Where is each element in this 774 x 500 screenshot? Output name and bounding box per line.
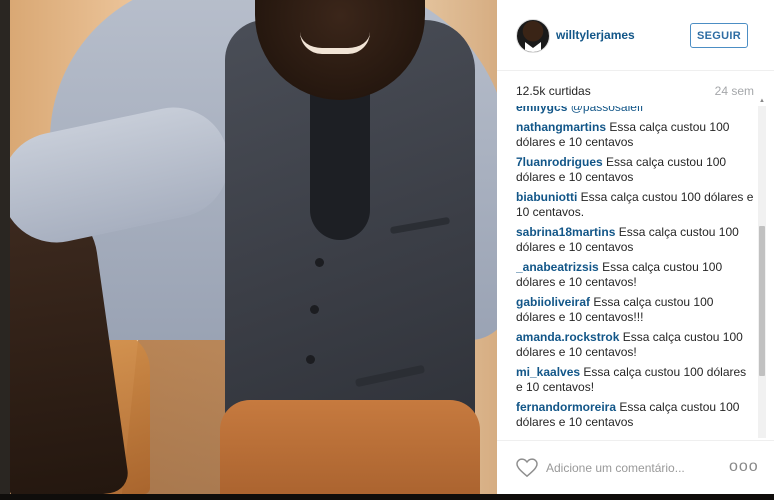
heart-outline-icon[interactable]: [516, 458, 538, 478]
likes-row: 12.5k curtidas 24 sem: [516, 84, 754, 100]
comment-item: nathangmartins Essa calça custou 100 dól…: [516, 120, 756, 150]
comment-username[interactable]: gabiioliveiraf: [516, 295, 590, 309]
post-photo[interactable]: [10, 0, 497, 494]
avatar[interactable]: [516, 19, 550, 53]
scrollbar-thumb[interactable]: [759, 226, 765, 376]
comment-username[interactable]: nathangmartins: [516, 120, 606, 134]
scroll-up-arrow-icon[interactable]: ▲: [758, 98, 766, 106]
post-header: willtylerjames SEGUIR: [497, 0, 774, 71]
comment-username[interactable]: amanda.rockstrok: [516, 330, 619, 344]
page-backdrop: [0, 0, 10, 500]
comment-username[interactable]: biabuniotti: [516, 190, 577, 204]
comment-item: amanda.rockstrok Essa calça custou 100 d…: [516, 330, 756, 360]
comment-mention[interactable]: @passosaleff: [571, 106, 644, 114]
photo-vest-button: [306, 355, 315, 364]
post-details-panel: willtylerjames SEGUIR 12.5k curtidas 24 …: [497, 0, 774, 494]
comment-item: biabuniotti Essa calça custou 100 dólare…: [516, 190, 756, 220]
comment-username[interactable]: _anabeatrizsis: [516, 260, 599, 274]
more-options-icon[interactable]: ooo: [729, 459, 758, 475]
comment-username[interactable]: sabrina18martins: [516, 225, 615, 239]
comment-item: fernandormoreira Essa calça custou 100 d…: [516, 400, 756, 430]
comment-item: mi_kaalves Essa calça custou 100 dólares…: [516, 365, 756, 395]
photo-smile: [300, 32, 370, 54]
comment-item: sabrina18martins Essa calça custou 100 d…: [516, 225, 756, 255]
comment-item: _anabeatrizsis Essa calça custou 100 dól…: [516, 260, 756, 290]
comment-item: emilygcs @passosaleff: [516, 106, 756, 115]
comment-username[interactable]: mi_kaalves: [516, 365, 580, 379]
username-link[interactable]: willtylerjames: [556, 28, 635, 42]
follow-button[interactable]: SEGUIR: [690, 23, 748, 48]
add-comment-input[interactable]: [546, 460, 696, 476]
comment-username[interactable]: 7luanrodrigues: [516, 155, 603, 169]
avatar-collar: [525, 42, 541, 52]
photo-vest-button: [315, 258, 324, 267]
comment-item: 7luanrodrigues Essa calça custou 100 dól…: [516, 155, 756, 185]
comments-list: emilygcs @passosaleff nathangmartins Ess…: [516, 106, 756, 438]
post-timestamp[interactable]: 24 sem: [715, 84, 754, 98]
photo-pants: [220, 400, 480, 494]
likes-count[interactable]: 12.5k curtidas: [516, 84, 591, 98]
photo-vest-button: [310, 305, 319, 314]
comment-username[interactable]: emilygcs: [516, 106, 567, 114]
comment-username[interactable]: fernandormoreira: [516, 400, 616, 414]
page-backdrop-bottom: [0, 494, 774, 500]
comment-item: gabiioliveiraf Essa calça custou 100 dól…: [516, 295, 756, 325]
post-footer: ooo: [497, 440, 774, 495]
comments-scrollbar[interactable]: [758, 106, 766, 438]
